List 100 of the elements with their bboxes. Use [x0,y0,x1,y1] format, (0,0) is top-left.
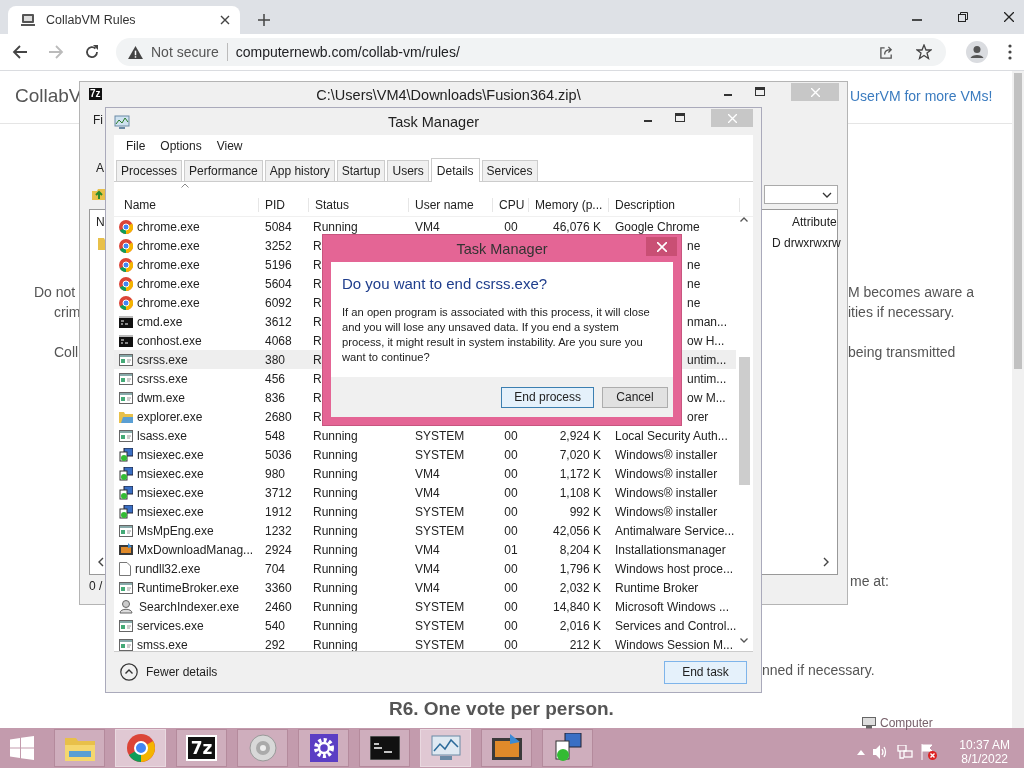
user-name-cell-text: VM4 [414,466,441,481]
process-name: msiexec.exe [137,466,204,481]
process-name: msiexec.exe [137,485,204,500]
pid-cell-text: 456 [264,371,287,386]
memory-cell-text: 8,204 K [558,542,602,557]
user-name-cell-text: VM4 [414,485,441,500]
status-cell-text: R [312,390,323,405]
attribute-cell: D drwxrwxrw [772,236,841,250]
cpu-cell-text: 00 [503,618,519,633]
description-cell-text: Microsoft Windows ... [614,599,731,614]
cpu-cell-text: 01 [503,542,519,557]
page-text: M becomes aware a [848,284,975,300]
pid-cell-text: 3712 [264,485,293,500]
user-name-cell-text: SYSTEM [414,523,466,538]
description-cell-text: Runtime Broker [614,580,700,595]
memory-cell-text: 992 K [568,504,602,519]
memory-cell-text: 212 K [568,637,602,651]
description-cell-text: ne [686,295,702,310]
dialog-heading: Do you want to end csrss.exe? [342,275,549,292]
pid-cell-text: 3360 [264,580,293,595]
description-cell-text: ne [686,257,702,272]
description-cell-text: ow M... [686,390,727,405]
cpu-cell-text: 00 [503,637,519,651]
cpu-cell-text: 00 [503,561,519,576]
process-name: dwm.exe [137,390,186,405]
status-cell-text: R [312,371,323,386]
description-cell-text: orer [686,409,710,424]
url-text: computernewb.com/collab-vm/rules/ [235,44,461,60]
status-cell-text: Running [312,523,359,538]
memory-cell-text: 42,056 K [551,523,602,538]
description-cell-text: ne [686,276,702,291]
user-name-cell-text: SYSTEM [414,599,466,614]
pid-cell-text: 2680 [264,409,293,424]
status-cell-text: Running [312,219,359,234]
user-name-cell-text: SYSTEM [414,428,466,443]
memory-cell-text: 7,020 K [558,447,602,462]
description-cell-text: nman... [686,314,729,329]
user-name-cell-text: SYSTEM [414,637,466,651]
cpu-cell-text: 00 [503,599,519,614]
memory-cell-text: 1,172 K [558,466,602,481]
pid-cell-text: 3612 [264,314,293,329]
status-cell-text: R [312,295,323,310]
dialog-title: Task Manager [456,240,548,257]
process-name: services.exe [137,618,204,633]
pid-cell-text: 1912 [264,504,293,519]
pid-cell-text: 980 [264,466,287,481]
process-name: msiexec.exe [137,447,204,462]
cpu-cell-text: 00 [503,580,519,595]
pid-cell-text: 540 [264,618,287,633]
process-name: RuntimeBroker.exe [137,580,240,595]
user-name-cell-text: VM4 [414,219,441,234]
pid-cell-text: 5604 [264,276,293,291]
page-text: nned if necessary. [762,662,875,678]
description-cell-text: ow H... [686,333,726,348]
description-cell-text: Services and Control... [614,618,736,633]
window-title: Task Manager [387,113,480,130]
status-cell-text: Running [312,466,359,481]
user-name-cell-text: VM4 [414,561,441,576]
description-cell-text: ne [686,238,702,253]
page-text: being transmitted [848,344,956,360]
pid-cell-text: 704 [264,561,287,576]
process-name: rundll32.exe [135,561,201,576]
description-cell-text: Google Chrome [614,219,701,234]
security-label: Not secure [151,44,219,60]
status-cell-text: Running [312,580,359,595]
cpu-cell-text: 00 [503,523,519,538]
status-text: 0 / [89,579,103,593]
description-cell-text: Antimalware Service... [614,523,736,538]
page-text: ities if necessary. [848,304,955,320]
status-cell-text: Running [312,542,359,557]
cpu-cell-text: 00 [503,219,519,234]
description-cell-text: Windows® installer [614,447,719,462]
description-cell-text: Windows host proce... [614,561,735,576]
status-cell-text: R [312,333,323,348]
status-cell-text: Running [312,447,359,462]
description-cell-text: untim... [686,352,728,367]
memory-cell-text: 14,840 K [551,599,602,614]
memory-cell-text: 2,924 K [558,428,602,443]
status-cell-text: Running [312,637,359,651]
status-cell-text: Running [312,599,359,614]
description-cell-text: Local Security Auth... [614,428,729,443]
status-cell-text: Running [312,618,359,633]
page-text: crim [54,304,81,320]
description-cell-text: Windows® installer [614,466,719,481]
pid-cell-text: 548 [264,428,287,443]
page-text: Coll [54,344,79,360]
process-name: cmd.exe [137,314,183,329]
pid-cell-text: 2924 [264,542,293,557]
process-name: SearchIndexer.exe [139,599,240,614]
memory-cell-text: 46,076 K [551,219,602,234]
memory-cell-text: 2,032 K [558,580,602,595]
pid-cell-text: 4068 [264,333,293,348]
pid-cell-text: 3252 [264,238,293,253]
user-name-cell-text: SYSTEM [414,447,466,462]
process-name: chrome.exe [137,295,200,310]
user-name-cell-text: VM4 [414,580,441,595]
process-name: msiexec.exe [137,504,204,519]
memory-cell-text: 1,108 K [558,485,602,500]
process-name: MsMpEng.exe [137,523,214,538]
pid-cell-text: 5196 [264,257,293,272]
